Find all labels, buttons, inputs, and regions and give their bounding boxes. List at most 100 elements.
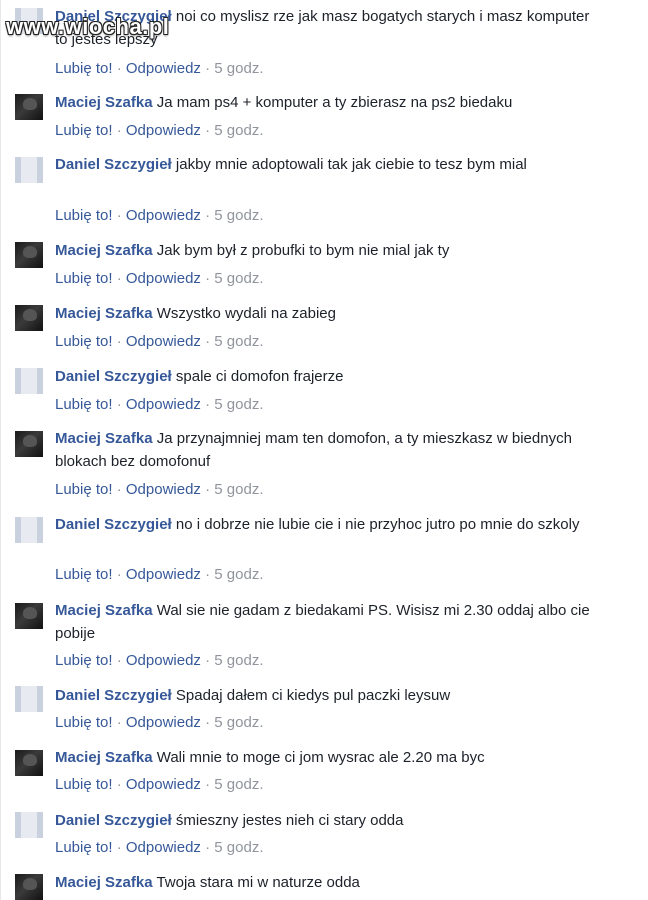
comment-time[interactable]: 5 godz. xyxy=(214,566,263,583)
separator: · xyxy=(205,396,211,413)
comment-text: Twoja stara mi w naturze odda xyxy=(156,874,360,891)
reply-link[interactable]: Odpowiedz xyxy=(126,776,201,793)
separator: · xyxy=(205,839,211,856)
comment-actions: Lubię to! · Odpowiedz · 5 godz. xyxy=(55,839,264,856)
comment-author[interactable]: Daniel Szczygieł xyxy=(55,812,172,829)
comment-actions: Lubię to! · Odpowiedz · 5 godz. xyxy=(55,714,264,731)
comment-body: Daniel Szczygieł no i dobrze nie lubie c… xyxy=(55,513,595,536)
like-link[interactable]: Lubię to! xyxy=(55,333,113,350)
like-link[interactable]: Lubię to! xyxy=(55,776,113,793)
like-link[interactable]: Lubię to! xyxy=(55,481,113,498)
comment-time[interactable]: 5 godz. xyxy=(214,776,263,793)
comment-time[interactable]: 5 godz. xyxy=(214,270,263,287)
reply-link[interactable]: Odpowiedz xyxy=(126,122,201,139)
separator: · xyxy=(116,776,122,793)
reply-link[interactable]: Odpowiedz xyxy=(126,333,201,350)
separator: · xyxy=(116,60,122,77)
like-link[interactable]: Lubię to! xyxy=(55,270,113,287)
separator: · xyxy=(116,566,122,583)
comment-body: Maciej Szafka Twoja stara mi w naturze o… xyxy=(55,871,595,894)
like-link[interactable]: Lubię to! xyxy=(55,714,113,731)
comment-time[interactable]: 5 godz. xyxy=(214,652,263,669)
comment-author[interactable]: Maciej Szafka xyxy=(55,94,153,111)
avatar[interactable] xyxy=(15,431,43,457)
comment-actions: Lubię to! · Odpowiedz · 5 godz. xyxy=(55,60,264,77)
comment-author[interactable]: Maciej Szafka xyxy=(55,749,153,766)
comment-time[interactable]: 5 godz. xyxy=(214,122,263,139)
comment-time[interactable]: 5 godz. xyxy=(214,714,263,731)
comment-body: Maciej Szafka Ja przynajmniej mam ten do… xyxy=(55,427,595,473)
reply-link[interactable]: Odpowiedz xyxy=(126,839,201,856)
avatar[interactable] xyxy=(15,812,43,838)
separator: · xyxy=(116,333,122,350)
comment-time[interactable]: 5 godz. xyxy=(214,396,263,413)
reply-link[interactable]: Odpowiedz xyxy=(126,396,201,413)
avatar[interactable] xyxy=(15,305,43,331)
separator: · xyxy=(116,207,122,224)
comment-time[interactable]: 5 godz. xyxy=(214,207,263,224)
avatar[interactable] xyxy=(15,94,43,120)
avatar[interactable] xyxy=(15,750,43,776)
comment-text: Spadaj dałem ci kiedys pul paczki leysuw xyxy=(175,687,451,704)
separator: · xyxy=(116,714,122,731)
avatar[interactable] xyxy=(15,368,43,394)
like-link[interactable]: Lubię to! xyxy=(55,839,113,856)
comment-author[interactable]: Maciej Szafka xyxy=(55,305,153,322)
comment-actions: Lubię to! · Odpowiedz · 5 godz. xyxy=(55,776,264,793)
comment-author[interactable]: Daniel Szczygieł xyxy=(55,516,172,533)
comment-actions: Lubię to! · Odpowiedz · 5 godz. xyxy=(55,122,264,139)
separator: · xyxy=(116,122,122,139)
like-link[interactable]: Lubię to! xyxy=(55,652,113,669)
comment-author[interactable]: Daniel Szczygieł xyxy=(55,368,172,385)
comment-text: jakby mnie adoptowali tak jak ciebie to … xyxy=(175,156,527,173)
comment-author[interactable]: Maciej Szafka xyxy=(55,242,153,259)
comment-time[interactable]: 5 godz. xyxy=(214,481,263,498)
separator: · xyxy=(205,776,211,793)
comment-body: Maciej Szafka Ja mam ps4 + komputer a ty… xyxy=(55,91,595,114)
comment-author[interactable]: Maciej Szafka xyxy=(55,430,153,447)
comment-time[interactable]: 5 godz. xyxy=(214,839,263,856)
separator: · xyxy=(116,652,122,669)
like-link[interactable]: Lubię to! xyxy=(55,60,113,77)
like-link[interactable]: Lubię to! xyxy=(55,122,113,139)
comment-actions: Lubię to! · Odpowiedz · 5 godz. xyxy=(55,207,264,224)
avatar[interactable] xyxy=(15,686,43,712)
separator: · xyxy=(205,60,211,77)
avatar[interactable] xyxy=(15,157,43,183)
avatar[interactable] xyxy=(15,874,43,900)
avatar[interactable] xyxy=(15,603,43,629)
separator: · xyxy=(205,481,211,498)
comment-author[interactable]: Maciej Szafka xyxy=(55,874,153,891)
comment-body: Daniel Szczygieł spale ci domofon frajer… xyxy=(55,365,595,388)
separator: · xyxy=(205,270,211,287)
separator: · xyxy=(116,839,122,856)
comment-actions: Lubię to! · Odpowiedz · 5 godz. xyxy=(55,396,264,413)
reply-link[interactable]: Odpowiedz xyxy=(126,481,201,498)
comment-text: śmieszny jestes nieh ci stary odda xyxy=(175,812,404,829)
avatar[interactable] xyxy=(15,242,43,268)
comment-time[interactable]: 5 godz. xyxy=(214,60,263,77)
reply-link[interactable]: Odpowiedz xyxy=(126,270,201,287)
like-link[interactable]: Lubię to! xyxy=(55,566,113,583)
comment-author[interactable]: Daniel Szczygieł xyxy=(55,156,172,173)
comment-body: Daniel Szczygieł śmieszny jestes nieh ci… xyxy=(55,809,595,832)
reply-link[interactable]: Odpowiedz xyxy=(126,60,201,77)
reply-link[interactable]: Odpowiedz xyxy=(126,566,201,583)
avatar[interactable] xyxy=(15,517,43,543)
reply-link[interactable]: Odpowiedz xyxy=(126,714,201,731)
comment-text: Wali mnie to moge ci jom wysrac ale 2.20… xyxy=(156,749,485,766)
comment-actions: Lubię to! · Odpowiedz · 5 godz. xyxy=(55,566,264,583)
comment-text: no i dobrze nie lubie cie i nie przyhoc … xyxy=(175,516,580,533)
comment-actions: Lubię to! · Odpowiedz · 5 godz. xyxy=(55,270,264,287)
comment-body: Daniel Szczygieł jakby mnie adoptowali t… xyxy=(55,153,595,176)
separator: · xyxy=(205,652,211,669)
comment-author[interactable]: Maciej Szafka xyxy=(55,602,153,619)
comment-text: Jak bym był z probufki to bym nie mial j… xyxy=(156,242,450,259)
comment-author[interactable]: Daniel Szczygieł xyxy=(55,687,172,704)
like-link[interactable]: Lubię to! xyxy=(55,396,113,413)
reply-link[interactable]: Odpowiedz xyxy=(126,207,201,224)
like-link[interactable]: Lubię to! xyxy=(55,207,113,224)
comment-body: Maciej Szafka Wali mnie to moge ci jom w… xyxy=(55,746,595,769)
comment-time[interactable]: 5 godz. xyxy=(214,333,263,350)
reply-link[interactable]: Odpowiedz xyxy=(126,652,201,669)
